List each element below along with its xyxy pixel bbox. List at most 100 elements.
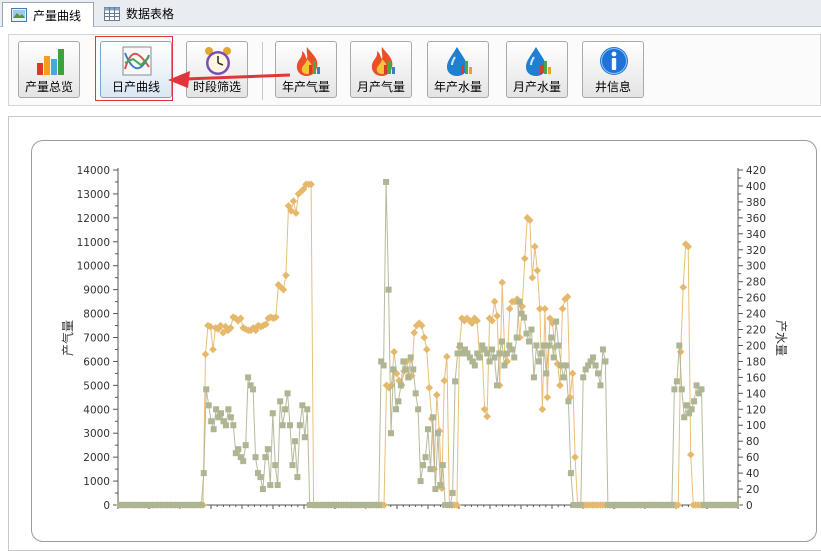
water-point [208, 418, 215, 425]
water-point [447, 502, 454, 508]
right-tick-label: 420 [746, 165, 766, 177]
water-point [277, 398, 284, 405]
water-point [392, 406, 399, 413]
left-tick-label: 1000 [83, 476, 110, 488]
water-point [282, 406, 289, 413]
left-tick-label: 5000 [83, 380, 110, 392]
water-point [550, 354, 557, 361]
water-point [407, 354, 414, 361]
water-point [301, 434, 308, 441]
right-tick-label: 20 [746, 484, 759, 496]
left-tick-label: 13000 [77, 189, 110, 201]
water-point [562, 362, 569, 369]
water-point [673, 378, 680, 385]
gas-point [483, 412, 491, 421]
gas-point [422, 345, 431, 354]
water-point [668, 502, 675, 508]
gas-point [686, 450, 695, 459]
water-point [375, 502, 382, 508]
water-point [405, 374, 412, 381]
water-point [222, 422, 229, 429]
water-point [259, 486, 266, 493]
gas-point [410, 328, 418, 337]
water-point [577, 502, 584, 508]
left-axis-label: 产气量 [60, 320, 75, 356]
water-point [390, 366, 397, 373]
water-point [294, 474, 301, 481]
right-tick-label: 300 [746, 261, 766, 273]
right-tick-label: 120 [746, 404, 766, 416]
water-point [471, 362, 478, 369]
water-point [590, 354, 597, 361]
water-point [671, 386, 678, 393]
water-point [410, 366, 417, 373]
right-tick-label: 320 [746, 245, 766, 257]
left-tick-label: 8000 [83, 309, 110, 321]
water-point [412, 390, 419, 397]
left-tick-label: 4000 [83, 404, 110, 416]
left-tick-label: 7000 [83, 333, 110, 345]
water-point [284, 390, 291, 397]
water-point [567, 470, 574, 477]
water-point [555, 342, 562, 349]
water-point [533, 342, 540, 349]
water-point [262, 454, 269, 461]
water-point [528, 326, 535, 333]
water-point [227, 414, 234, 421]
water-point [235, 446, 242, 453]
gas-point [490, 297, 499, 306]
water-point [250, 386, 257, 393]
water-point [553, 318, 560, 325]
water-point [304, 406, 311, 413]
gas-point [420, 333, 429, 342]
water-point [287, 422, 294, 429]
left-tick-label: 12000 [77, 213, 110, 225]
water-point [242, 442, 249, 449]
water-point [296, 422, 303, 429]
left-tick-label: 11000 [77, 237, 110, 249]
right-tick-label: 380 [746, 197, 766, 209]
gas-point [289, 197, 298, 205]
water-point [508, 346, 515, 353]
water-point [545, 342, 552, 349]
water-point [264, 446, 271, 453]
gas-point [543, 393, 552, 402]
right-tick-label: 220 [746, 325, 766, 337]
left-tick-label: 3000 [83, 428, 110, 440]
water-point [595, 370, 602, 377]
water-point [496, 350, 503, 357]
water-point [417, 478, 424, 485]
water-point [698, 386, 705, 393]
water-point [676, 342, 683, 349]
water-point [289, 462, 296, 469]
gas-point [493, 312, 501, 320]
right-tick-label: 40 [746, 468, 759, 480]
gas-point [521, 254, 529, 263]
water-point [535, 358, 542, 365]
right-tick-label: 340 [746, 229, 766, 241]
gas-point [531, 242, 539, 251]
gas-point [676, 348, 685, 356]
water-point [489, 346, 496, 353]
water-point [437, 482, 444, 489]
gas-point [558, 304, 567, 313]
water-point [402, 366, 409, 373]
left-tick-label: 2000 [83, 452, 110, 464]
gas-point [571, 453, 579, 461]
right-tick-label: 260 [746, 293, 766, 305]
water-point [548, 334, 555, 341]
water-point [597, 382, 604, 389]
water-point [385, 286, 392, 293]
gas-point [556, 381, 564, 390]
water-point [678, 386, 685, 393]
water-point [688, 406, 695, 413]
water-point [230, 422, 237, 429]
water-point [205, 402, 212, 409]
water-point [427, 466, 434, 473]
water-point [511, 354, 518, 361]
water-point [397, 382, 404, 389]
water-point [580, 374, 587, 381]
water-point [400, 358, 407, 365]
right-tick-label: 280 [746, 277, 766, 289]
water-point [425, 426, 431, 433]
